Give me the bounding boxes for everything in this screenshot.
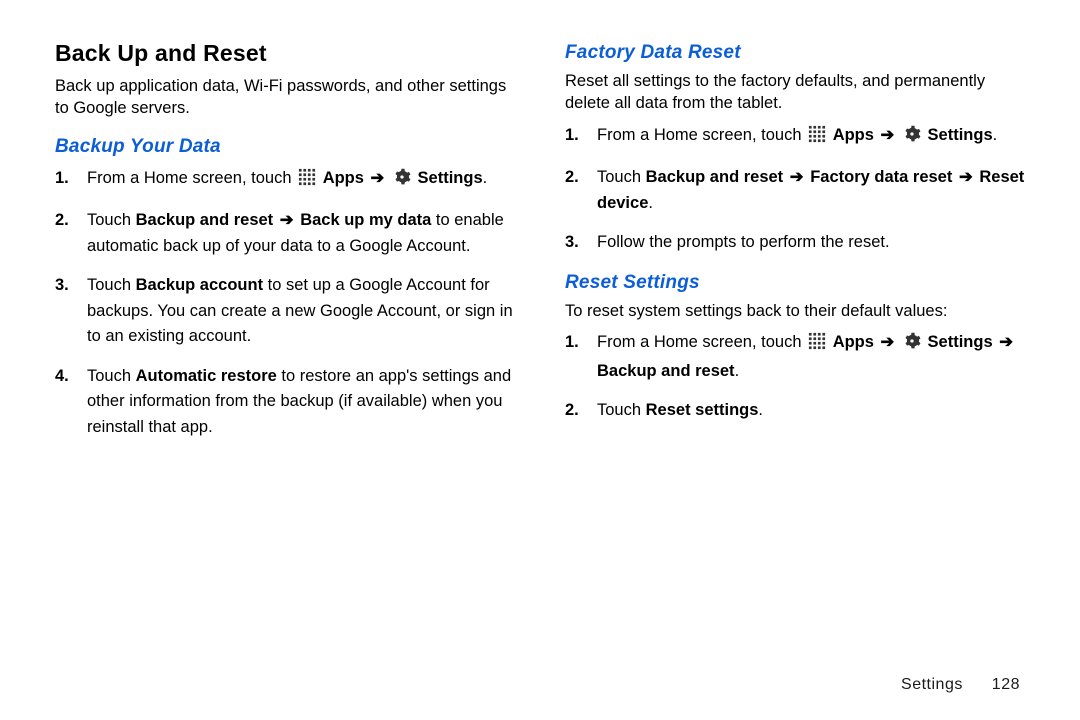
gear-icon [903,125,921,152]
subheading-backup-your-data: Backup Your Data [55,136,515,158]
step-2: 2. Touch Backup and reset ➔ Back up my d… [83,208,515,259]
intro-text: Reset all settings to the factory defaul… [565,70,1025,115]
arrow-icon: ➔ [790,165,804,191]
intro-text: To reset system settings back to their d… [565,300,1025,322]
page-footer: Settings 128 [901,676,1020,694]
arrow-icon: ➔ [881,330,895,356]
right-column: Factory Data Reset Reset all settings to… [565,40,1025,455]
step-3: 3. Follow the prompts to perform the res… [593,230,1025,256]
footer-section: Settings [901,676,963,693]
arrow-icon: ➔ [959,165,973,191]
step-2: 2. Touch Reset settings. [593,398,1025,424]
step-1: 1. From a Home screen, touch Apps ➔ Sett… [593,123,1025,152]
gear-icon [903,332,921,359]
step-4: 4. Touch Automatic restore to restore an… [83,364,515,441]
gear-icon [393,168,411,195]
arrow-icon: ➔ [280,208,294,234]
page-number: 128 [992,676,1020,693]
step-2: 2. Touch Backup and reset ➔ Factory data… [593,165,1025,216]
arrow-icon: ➔ [881,123,895,149]
reset-settings-steps: 1. From a Home screen, touch Apps ➔ Sett… [565,330,1025,424]
apps-grid-icon [808,332,826,359]
step-text: From a Home screen, touch [87,169,292,187]
arrow-icon: ➔ [371,166,385,192]
step-1: 1. From a Home screen, touch Apps ➔ Sett… [593,330,1025,384]
manual-page: Back Up and Reset Back up application da… [0,0,1080,720]
step-text: Touch [87,367,136,385]
page-title: Back Up and Reset [55,40,515,67]
subheading-reset-settings: Reset Settings [565,272,1025,294]
left-column: Back Up and Reset Back up application da… [55,40,515,455]
apps-label: Apps [323,169,364,187]
apps-grid-icon [298,168,316,195]
apps-grid-icon [808,125,826,152]
arrow-icon: ➔ [999,330,1013,356]
factory-reset-steps: 1. From a Home screen, touch Apps ➔ Sett… [565,123,1025,256]
intro-text: Back up application data, Wi-Fi password… [55,75,515,120]
subheading-factory-data-reset: Factory Data Reset [565,42,1025,64]
settings-label: Settings [418,169,483,187]
backup-steps: 1. From a Home screen, touch Apps ➔ Sett… [55,166,515,441]
step-3: 3. Touch Backup account to set up a Goog… [83,273,515,350]
step-text: Touch [87,211,136,229]
step-1: 1. From a Home screen, touch Apps ➔ Sett… [83,166,515,195]
step-text: Touch [87,276,136,294]
